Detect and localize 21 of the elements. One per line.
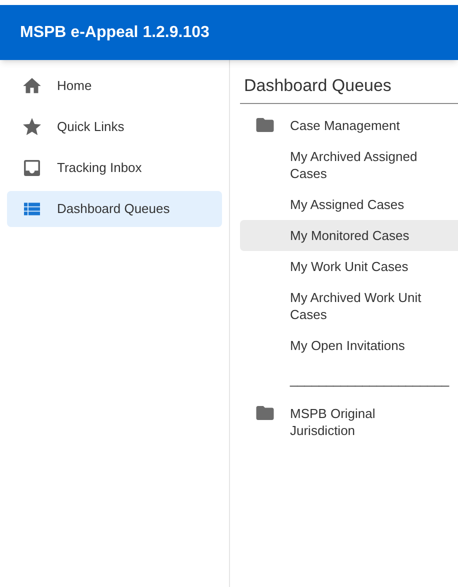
list-icon (24, 202, 40, 216)
queue-item[interactable]: My Archived Work Unit Cases (240, 282, 458, 330)
queue-item[interactable]: My Work Unit Cases (240, 251, 458, 282)
sidebar-item[interactable]: Tracking Inbox (7, 150, 222, 186)
home-icon (23, 78, 41, 94)
sidebar-item[interactable]: Home (7, 68, 222, 104)
star-icon (23, 118, 41, 136)
folder-label[interactable]: Case Management (290, 117, 440, 134)
sidebar-item[interactable]: Dashboard Queues (7, 191, 222, 227)
page-title: Dashboard Queues (243, 75, 392, 97)
folder-label[interactable]: MSPB Original Jurisdiction (290, 405, 440, 439)
queue-item[interactable]: My Monitored Cases (240, 220, 458, 251)
queue-item[interactable]: My Archived Assigned Cases (240, 141, 458, 189)
queue-item[interactable]: My Assigned Cases (240, 189, 458, 220)
queue-item[interactable]: My Open Invitations (240, 330, 458, 361)
sidebar-item[interactable]: Quick Links (7, 109, 222, 145)
folder-icon (256, 406, 274, 420)
separator-text: ______________________ (290, 372, 450, 387)
folder-icon (256, 118, 274, 132)
inbox-icon (24, 160, 40, 176)
app-title: MSPB e-Appeal 1.2.9.103 (20, 22, 210, 42)
